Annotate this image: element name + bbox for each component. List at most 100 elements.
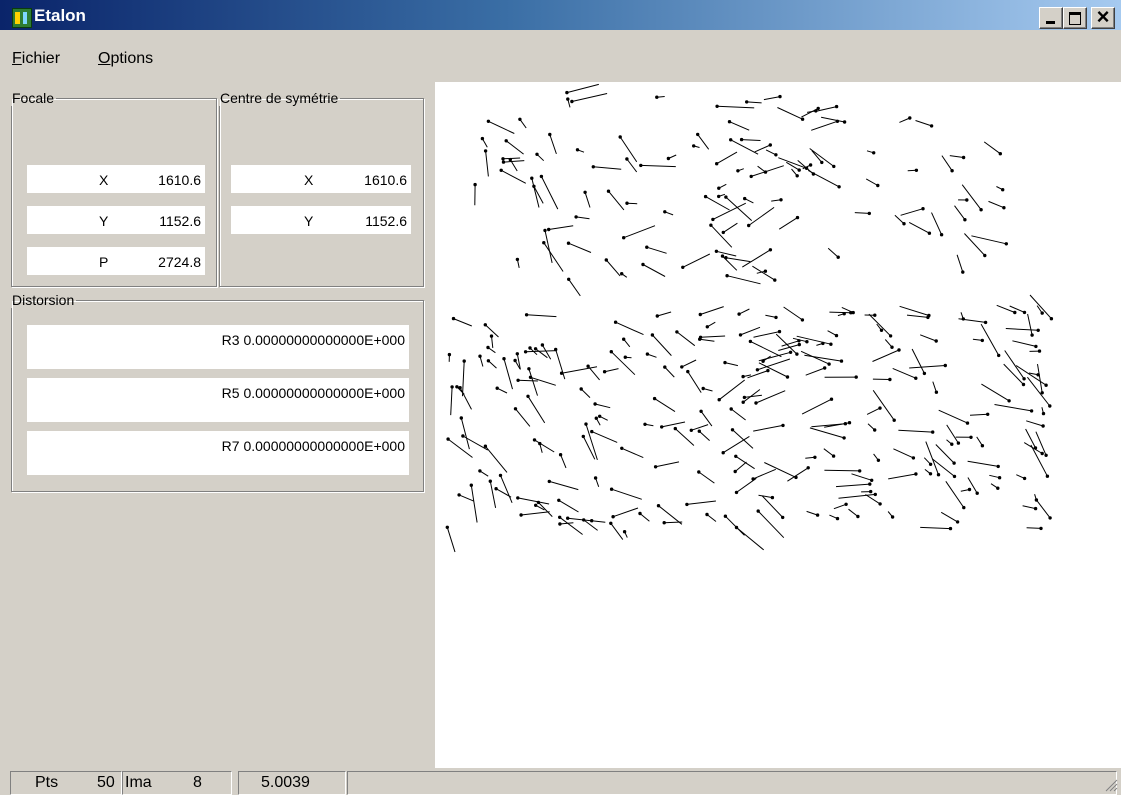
- vector-point: [795, 215, 800, 220]
- distortion-vector-plot[interactable]: [435, 82, 1121, 768]
- vector-point: [797, 342, 801, 347]
- vector-line: [764, 462, 797, 478]
- vector-point: [673, 426, 678, 431]
- vector-line: [639, 513, 650, 522]
- vector-point: [566, 241, 571, 245]
- vector-line: [566, 83, 599, 94]
- vector-line: [533, 186, 544, 204]
- distorsion-r3-field: R3 0.00000000000000E+000: [27, 325, 409, 369]
- vector-point: [705, 325, 709, 329]
- vector-point: [606, 189, 611, 193]
- vector-point: [515, 352, 520, 356]
- vector-point: [547, 227, 551, 232]
- vector-line: [931, 212, 943, 235]
- vector-line: [753, 424, 784, 432]
- close-button[interactable]: ×: [1091, 5, 1115, 29]
- vector-line: [485, 445, 508, 473]
- vector-point: [902, 222, 906, 226]
- vector-point: [652, 396, 657, 401]
- centre-group: Centre de symétrie X 1610.6 Y 1152.6: [219, 90, 424, 287]
- vector-line: [1035, 431, 1047, 456]
- vector-point: [967, 487, 972, 492]
- vector-line: [716, 250, 737, 257]
- vector-point: [593, 476, 598, 480]
- vector-line: [854, 212, 870, 214]
- vector-line: [548, 225, 574, 230]
- vector-point: [890, 345, 894, 349]
- vector-line: [526, 314, 557, 318]
- vector-line: [899, 305, 930, 316]
- vector-line: [961, 184, 982, 211]
- vector-point: [1033, 506, 1038, 511]
- vector-line: [994, 404, 1032, 412]
- vector-line: [489, 481, 497, 508]
- vector-point: [820, 160, 824, 165]
- vector-point: [1007, 399, 1011, 403]
- menu-options[interactable]: Options: [98, 50, 153, 68]
- vector-point: [495, 386, 499, 390]
- vector-point: [890, 515, 895, 519]
- vector-point: [698, 337, 702, 341]
- vector-point: [952, 461, 956, 465]
- status-pts-panel: Pts 50: [10, 771, 122, 795]
- vector-point: [723, 514, 728, 518]
- vector-point: [721, 451, 725, 455]
- minimize-button[interactable]: [1039, 7, 1063, 29]
- vector-point: [446, 437, 450, 441]
- vector-point: [979, 208, 983, 212]
- centre-y-field: Y 1152.6: [231, 206, 411, 234]
- vector-line: [724, 362, 739, 367]
- vector-point: [527, 367, 531, 371]
- vector-point: [1022, 310, 1027, 315]
- vector-line: [591, 520, 606, 523]
- vector-line: [521, 511, 550, 516]
- vector-point: [473, 182, 477, 187]
- vector-line: [500, 169, 527, 184]
- vector-point: [547, 479, 552, 484]
- vector-point: [609, 487, 614, 491]
- status-ima-value: 8: [193, 774, 202, 791]
- vector-line: [1027, 313, 1033, 336]
- vector-line: [459, 387, 472, 410]
- maximize-button[interactable]: [1063, 7, 1087, 29]
- vector-line: [621, 447, 644, 459]
- vector-line: [735, 455, 755, 470]
- vector-line: [682, 253, 711, 268]
- vector-line: [777, 107, 803, 120]
- vector-point: [849, 311, 853, 315]
- vector-line: [610, 523, 624, 540]
- vector-line: [605, 259, 621, 277]
- vector-line: [503, 160, 525, 163]
- vector-line: [894, 214, 905, 225]
- vector-line: [935, 444, 955, 464]
- vector-line: [594, 403, 611, 409]
- vector-point: [1040, 451, 1044, 456]
- vector-point: [725, 274, 729, 278]
- vector-point: [888, 377, 892, 382]
- resize-grip-icon[interactable]: [1104, 778, 1118, 792]
- vector-line: [699, 338, 715, 342]
- vector-point: [655, 314, 660, 318]
- vector-line: [718, 379, 746, 401]
- focale-x-value: 1610.6: [158, 172, 201, 188]
- vector-point: [709, 223, 713, 227]
- vector-point: [554, 347, 558, 352]
- vector-line: [898, 429, 933, 433]
- vector-point: [876, 183, 880, 188]
- vector-line: [925, 441, 939, 475]
- vector-point: [461, 434, 465, 438]
- vector-point: [741, 374, 745, 379]
- menu-fichier[interactable]: Fichier: [12, 50, 60, 68]
- vector-point: [717, 186, 721, 190]
- title-bar[interactable]: Etalon ×: [0, 0, 1121, 30]
- vector-point: [663, 365, 667, 369]
- vector-line: [567, 517, 593, 522]
- vector-point: [727, 120, 732, 124]
- vector-point: [558, 453, 563, 457]
- vector-line: [778, 344, 800, 351]
- vector-point: [558, 522, 562, 526]
- vector-point: [590, 429, 594, 434]
- vector-line: [623, 225, 656, 239]
- vector-point: [983, 320, 988, 325]
- vector-point: [1036, 328, 1040, 333]
